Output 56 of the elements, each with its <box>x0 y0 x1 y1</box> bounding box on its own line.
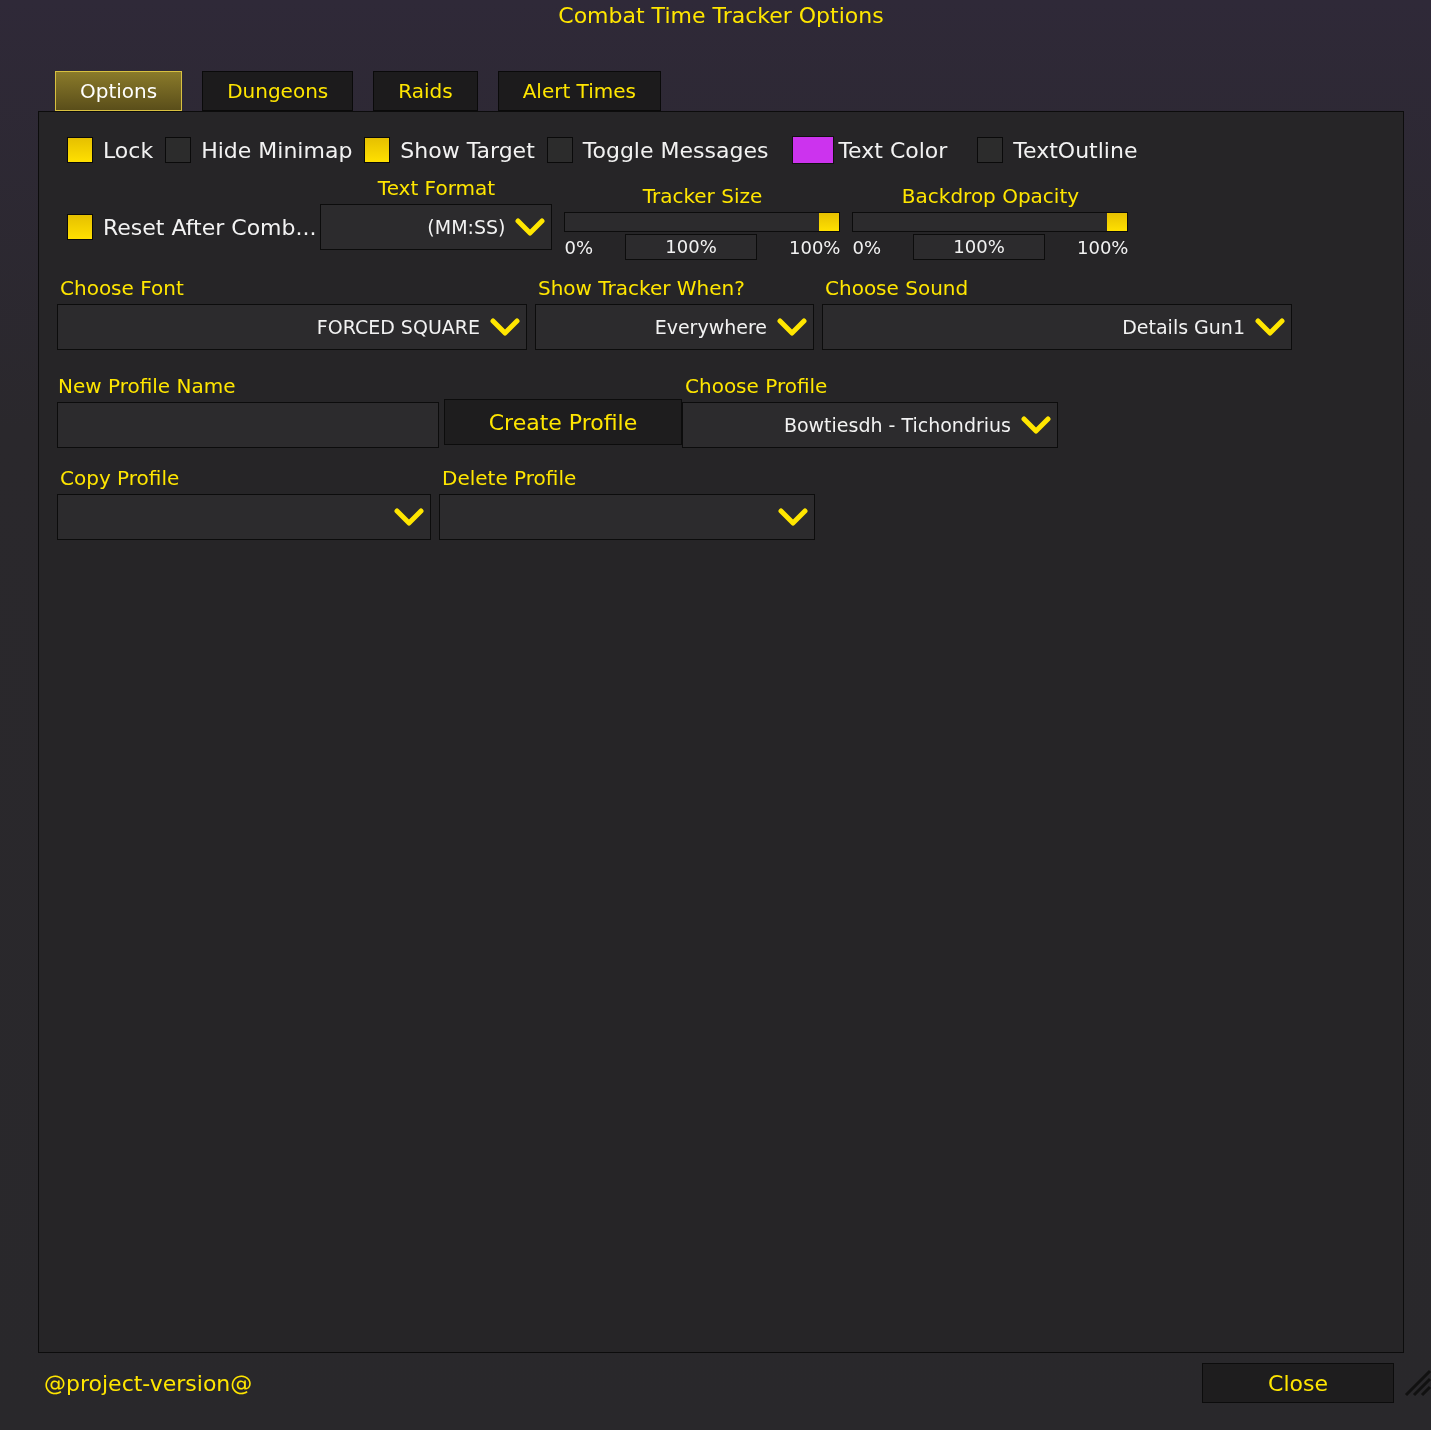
checkbox[interactable] <box>546 137 573 163</box>
chevron-down-icon <box>515 217 546 237</box>
slider-min-label: 0% <box>564 236 594 258</box>
slider-label: Tracker Size <box>641 184 764 208</box>
checkbox[interactable] <box>165 137 192 163</box>
field-label: Choose Sound <box>825 276 970 300</box>
color-swatch[interactable] <box>792 136 835 164</box>
tab[interactable]: Dungeons <box>202 71 354 111</box>
checkbox[interactable] <box>67 137 93 163</box>
field-label: Delete Profile <box>442 466 578 490</box>
field-label: Copy Profile <box>60 466 181 490</box>
slider-max-label: 100% <box>789 236 841 258</box>
chevron-down-icon <box>394 507 424 527</box>
slider-track[interactable] <box>564 212 841 232</box>
checkbox-label: TextOutline <box>1013 137 1138 163</box>
checkbox[interactable] <box>364 137 391 163</box>
tab[interactable]: Alert Times <box>497 71 661 111</box>
slider-max-label: 100% <box>1077 236 1129 258</box>
checkbox-label: Reset After Comb... <box>103 214 317 240</box>
chevron-down-icon <box>777 317 807 337</box>
slider-thumb[interactable] <box>1107 213 1128 231</box>
slider-value-field[interactable]: 100% <box>913 234 1045 260</box>
close-button[interactable]: Close <box>1202 1363 1394 1403</box>
checkbox[interactable] <box>67 214 93 240</box>
checkbox[interactable] <box>977 137 1004 163</box>
create-profile-button[interactable]: Create Profile <box>444 399 682 445</box>
dropdown[interactable]: Everywhere <box>535 304 814 350</box>
field-label: Choose Profile <box>685 374 829 398</box>
chevron-down-icon <box>1255 317 1285 337</box>
dropdown[interactable]: FORCED SQUARE <box>57 304 527 350</box>
checkbox-label: Hide Minimap <box>201 137 353 163</box>
checkbox-label: Toggle Messages <box>582 137 769 163</box>
checkbox-label: Show Target <box>400 137 535 163</box>
chevron-down-icon <box>490 317 520 337</box>
version-text: @project-version@ <box>44 1370 253 1396</box>
slider-track[interactable] <box>852 212 1129 232</box>
window-title: Combat Time Tracker Options <box>557 3 885 30</box>
tab[interactable]: Raids <box>373 71 478 111</box>
profile-name-field[interactable] <box>57 402 439 448</box>
checkbox-label: Text Color <box>838 137 948 163</box>
slider-min-label: 0% <box>852 236 882 258</box>
field-label: Choose Font <box>60 276 185 300</box>
tab[interactable]: Options <box>55 71 183 111</box>
field-label: Show Tracker When? <box>538 276 746 300</box>
slider-label: Backdrop Opacity <box>900 184 1081 208</box>
chevron-down-icon <box>1021 415 1051 435</box>
dropdown[interactable]: (MM:SS) <box>320 204 553 250</box>
resize-grip-icon[interactable] <box>1404 1369 1431 1397</box>
field-label: New Profile Name <box>58 374 237 398</box>
field-label: Text Format <box>377 176 496 200</box>
slider-value-field[interactable]: 100% <box>625 234 757 260</box>
slider-thumb[interactable] <box>819 213 840 231</box>
chevron-down-icon <box>778 507 808 527</box>
dropdown[interactable]: Bowtiesdh - Tichondrius <box>682 402 1058 448</box>
dropdown[interactable]: Details Gun1 <box>822 304 1292 350</box>
checkbox-label: Lock <box>103 137 154 163</box>
